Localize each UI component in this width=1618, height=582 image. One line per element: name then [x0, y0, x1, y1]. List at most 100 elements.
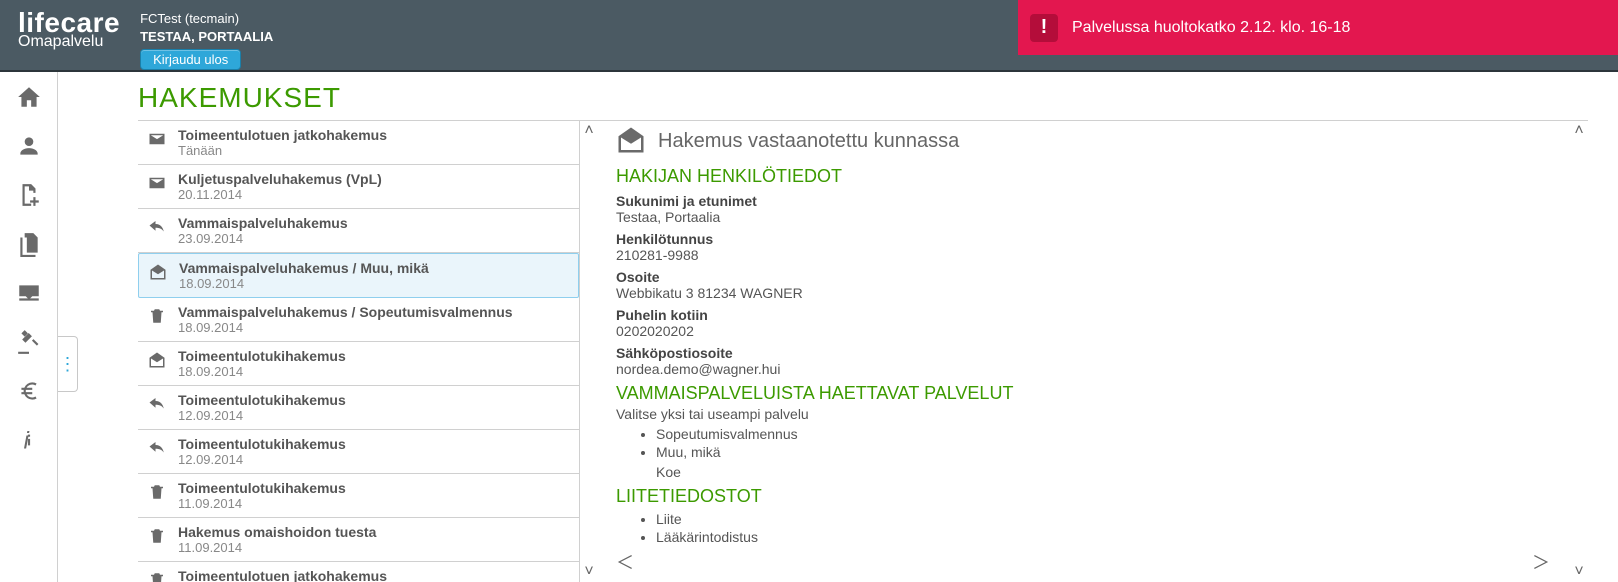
mail-open-icon: [616, 125, 646, 158]
list-item-title: Toimeentulotukihakemus: [178, 348, 346, 364]
list-item-date: 18.09.2014: [178, 320, 513, 335]
service-item: Sopeutumisvalmennus: [656, 426, 1560, 442]
env-line2: TESTAA, PORTAALIA: [140, 28, 273, 46]
alert-text: Palvelussa huoltokatko 2.12. klo. 16-18: [1072, 19, 1350, 37]
scroll-down-icon[interactable]: ˅: [1574, 564, 1583, 580]
label-ssn: Henkilötunnus: [616, 231, 1560, 247]
value-address: Webbikatu 3 81234 WAGNER: [616, 285, 1560, 301]
attachment-item: Lääkärintodistus: [656, 529, 1560, 545]
list-item-date: 11.09.2014: [178, 540, 376, 555]
value-ssn: 210281-9988: [616, 247, 1560, 263]
reply-icon: [146, 436, 168, 467]
mail-open-icon: [146, 348, 168, 379]
nav-home-icon[interactable]: [0, 84, 57, 113]
scroll-left-icon[interactable]: ＜: [616, 549, 634, 575]
list-item-date: 11.09.2014: [178, 496, 346, 511]
list-item-title: Vammaispalveluhakemus: [178, 215, 348, 231]
nav-euro-icon[interactable]: [0, 378, 57, 407]
trash-icon: [146, 480, 168, 511]
value-phone: 0202020202: [616, 323, 1560, 339]
list-item-title: Toimeentulotukihakemus: [178, 392, 346, 408]
page-title: HAKEMUKSET: [138, 78, 1588, 121]
detail-status: Hakemus vastaanotettu kunnassa: [658, 130, 959, 153]
list-item-title: Toimeentulotuen jatkohakemus: [178, 568, 387, 582]
list-item-date: 12.09.2014: [178, 452, 346, 467]
application-list-wrap: Toimeentulotuen jatkohakemusTänäänKuljet…: [138, 121, 598, 582]
logo: lifecare Omapalvelu: [0, 6, 140, 51]
list-item-title: Vammaispalveluhakemus / Muu, mikä: [179, 260, 429, 276]
logout-button[interactable]: Kirjaudu ulos: [140, 49, 241, 70]
nav-gavel-icon[interactable]: [0, 329, 57, 358]
application-list-item[interactable]: Vammaispalveluhakemus23.09.2014: [138, 209, 579, 253]
env-line1: FCTest (tecmain): [140, 10, 273, 28]
list-item-date: 18.09.2014: [178, 364, 346, 379]
sidebar-expand-tab[interactable]: ⋮: [58, 336, 78, 392]
application-list-item[interactable]: Vammaispalveluhakemus / Sopeutumisvalmen…: [138, 298, 579, 342]
label-address: Osoite: [616, 269, 1560, 285]
service-item: Muu, mikä: [656, 444, 1560, 460]
mail-open-icon: [147, 260, 169, 291]
trash-icon: [146, 304, 168, 335]
list-scrollbar[interactable]: ˄ ˅: [580, 121, 598, 582]
detail-horizontal-scrollbar[interactable]: ＜ ＞: [616, 549, 1560, 575]
nav-person-icon[interactable]: [0, 133, 57, 162]
list-item-date: 23.09.2014: [178, 231, 348, 246]
nav-new-document-icon[interactable]: [0, 182, 57, 211]
trash-icon: [146, 568, 168, 582]
section-attachments-title: LIITETIEDOSTOT: [616, 486, 1560, 507]
app-header: lifecare Omapalvelu FCTest (tecmain) TES…: [0, 0, 1618, 72]
scroll-up-icon[interactable]: ˄: [584, 123, 593, 139]
section-services-title: VAMMAISPALVELUISTA HAETTAVAT PALVELUT: [616, 383, 1560, 404]
svg-text:i: i: [23, 428, 29, 453]
scroll-down-icon[interactable]: ˅: [584, 564, 593, 580]
application-list-item[interactable]: Toimeentulotuen jatkohakemus11.09.2014: [138, 562, 579, 582]
reply-icon: [146, 215, 168, 246]
environment-block: FCTest (tecmain) TESTAA, PORTAALIA Kirja…: [140, 6, 273, 70]
label-phone: Puhelin kotiin: [616, 307, 1560, 323]
attachments-list: Liite Lääkärintodistus: [656, 511, 1560, 545]
list-item-date: Tänään: [178, 143, 387, 158]
alert-banner[interactable]: ! Palvelussa huoltokatko 2.12. klo. 16-1…: [1018, 0, 1618, 55]
application-detail: Hakemus vastaanotettu kunnassa HAKIJAN H…: [598, 121, 1570, 582]
list-item-title: Vammaispalveluhakemus / Sopeutumisvalmen…: [178, 304, 513, 320]
scroll-right-icon[interactable]: ＞: [1532, 549, 1550, 575]
application-list-item[interactable]: Kuljetuspalveluhakemus (VpL)20.11.2014: [138, 165, 579, 209]
label-email: Sähköpostiosoite: [616, 345, 1560, 361]
attachment-item: Liite: [656, 511, 1560, 527]
services-hint: Valitse yksi tai useampi palvelu: [616, 406, 1560, 422]
services-extra: Koe: [656, 464, 1560, 480]
list-item-date: 12.09.2014: [178, 408, 346, 423]
application-list-item[interactable]: Hakemus omaishoidon tuesta11.09.2014: [138, 518, 579, 562]
mail-closed-icon: [146, 127, 168, 158]
application-list-item[interactable]: Toimeentulotuen jatkohakemusTänään: [138, 121, 579, 165]
label-name: Sukunimi ja etunimet: [616, 193, 1560, 209]
main-area: HAKEMUKSET Toimeentulotuen jatkohakemusT…: [58, 72, 1618, 582]
section-person-title: HAKIJAN HENKILÖTIEDOT: [616, 166, 1560, 187]
scroll-up-icon[interactable]: ˄: [1574, 123, 1583, 139]
list-item-title: Hakemus omaishoidon tuesta: [178, 524, 376, 540]
application-list-item[interactable]: Toimeentulotukihakemus12.09.2014: [138, 386, 579, 430]
value-name: Testaa, Portaalia: [616, 209, 1560, 225]
list-item-title: Kuljetuspalveluhakemus (VpL): [178, 171, 382, 187]
sidebar: i ⋮: [0, 72, 58, 582]
nav-info-icon[interactable]: i: [0, 427, 57, 456]
trash-icon: [146, 524, 168, 555]
detail-header: Hakemus vastaanotettu kunnassa: [616, 125, 1560, 158]
list-item-date: 18.09.2014: [179, 276, 429, 291]
services-list: Sopeutumisvalmennus Muu, mikä: [656, 426, 1560, 460]
detail-scrollbar[interactable]: ˄ ˅: [1570, 121, 1588, 582]
application-list[interactable]: Toimeentulotuen jatkohakemusTänäänKuljet…: [138, 121, 580, 582]
application-list-item[interactable]: Toimeentulotukihakemus18.09.2014: [138, 342, 579, 386]
application-list-item[interactable]: Toimeentulotukihakemus11.09.2014: [138, 474, 579, 518]
alert-icon: !: [1030, 14, 1058, 42]
list-item-date: 20.11.2014: [178, 187, 382, 202]
nav-inbox-icon[interactable]: [0, 280, 57, 309]
list-item-title: Toimeentulotuen jatkohakemus: [178, 127, 387, 143]
application-list-item[interactable]: Toimeentulotukihakemus12.09.2014: [138, 430, 579, 474]
value-email: nordea.demo@wagner.hui: [616, 361, 1560, 377]
reply-icon: [146, 392, 168, 423]
detail-wrap: Hakemus vastaanotettu kunnassa HAKIJAN H…: [598, 121, 1588, 582]
application-list-item[interactable]: Vammaispalveluhakemus / Muu, mikä18.09.2…: [138, 253, 579, 298]
nav-documents-icon[interactable]: [0, 231, 57, 260]
list-item-title: Toimeentulotukihakemus: [178, 436, 346, 452]
